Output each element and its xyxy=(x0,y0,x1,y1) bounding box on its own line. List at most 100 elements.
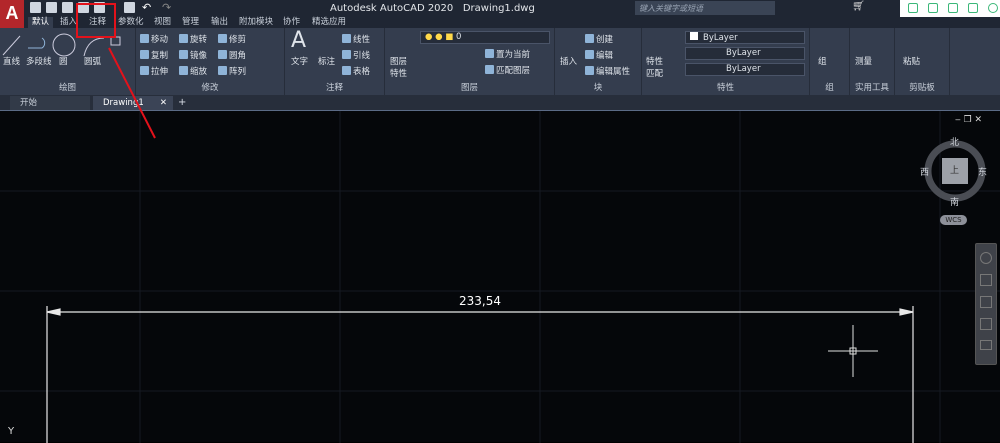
tab-view[interactable]: 视图 xyxy=(154,17,171,28)
set-current-button[interactable]: 置为当前 xyxy=(485,48,530,60)
tab-insert[interactable]: 插入 xyxy=(60,17,77,28)
panel-label[interactable]: 绘图 xyxy=(0,81,135,93)
paste-button[interactable]: 粘贴 xyxy=(903,55,920,67)
tab-manage[interactable]: 管理 xyxy=(182,17,199,28)
match-layer-icon xyxy=(485,65,494,74)
settings-icon[interactable] xyxy=(988,3,998,13)
compass-west[interactable]: 西 xyxy=(920,165,929,178)
save-icon[interactable] xyxy=(948,3,958,13)
panel-draw: 直线 多段线 圆 圆弧 绘图 xyxy=(0,28,136,95)
copy-tool[interactable]: 复制 xyxy=(140,49,168,61)
leader-tool[interactable]: 引线 xyxy=(342,49,370,61)
drawing-canvas[interactable]: 233,54 Y 上 北 南 东 西 ‒ ❐ ✕ xyxy=(0,110,1000,443)
tab-collaborate[interactable]: 协作 xyxy=(283,17,300,28)
tab-output[interactable]: 输出 xyxy=(211,17,228,28)
polyline-tool[interactable]: 多段线 xyxy=(26,55,52,67)
undo-icon[interactable]: ↶ xyxy=(142,1,151,14)
panel-label[interactable]: 特性 xyxy=(642,81,809,93)
trim-tool[interactable]: 修剪 xyxy=(218,33,246,45)
panel-clipboard: 粘贴 剪贴板 xyxy=(895,28,950,95)
match-properties-button[interactable]: 特性匹配 xyxy=(646,55,664,79)
tab-home[interactable]: 默认 xyxy=(28,17,54,28)
tab-featured[interactable]: 精选应用 xyxy=(312,17,346,28)
measure-button[interactable]: 测量 xyxy=(855,55,872,67)
app-menu-button[interactable]: A xyxy=(0,0,24,28)
layer-properties-button[interactable]: 图层特性 xyxy=(390,55,412,79)
panel-label[interactable]: 组 xyxy=(810,81,849,93)
insert-button[interactable]: 插入 xyxy=(560,55,577,67)
pan-icon[interactable] xyxy=(980,274,992,286)
steering-wheel-icon[interactable] xyxy=(980,252,992,264)
panel-groups: 组 组 xyxy=(810,28,850,95)
zoom-icon[interactable] xyxy=(980,296,992,308)
linetype-dropdown[interactable]: ByLayer xyxy=(685,47,805,60)
tab-addins[interactable]: 附加模块 xyxy=(239,17,273,28)
new-icon[interactable] xyxy=(30,2,41,13)
panel-annotation: A 文字 标注 线性 引线 表格 注释 xyxy=(285,28,385,95)
panel-label[interactable]: 实用工具 xyxy=(850,81,894,93)
compass-north[interactable]: 北 xyxy=(950,135,959,148)
trim-icon xyxy=(218,34,227,43)
edit-attributes-button[interactable]: 编辑属性 xyxy=(585,65,630,77)
panel-label[interactable]: 注释 xyxy=(285,81,384,93)
lineweight-dropdown[interactable]: ByLayer xyxy=(685,63,805,76)
panel-label[interactable]: 图层 xyxy=(385,81,554,93)
rotate-tool[interactable]: 旋转 xyxy=(179,33,207,45)
array-tool[interactable]: 阵列 xyxy=(218,65,246,77)
tab-parametric[interactable]: 参数化 xyxy=(118,17,144,28)
search-input[interactable]: 键入关键字或短语 xyxy=(635,1,775,15)
grid xyxy=(0,111,1000,443)
scale-tool[interactable]: 缩放 xyxy=(179,65,207,77)
tab-start[interactable]: 开始 xyxy=(10,96,90,110)
move-tool[interactable]: 移动 xyxy=(140,33,168,45)
wcs-menu[interactable]: WCS xyxy=(940,215,967,225)
cart-icon[interactable]: 🛒︎ xyxy=(852,1,865,12)
layer-dropdown[interactable]: ● ● ■ 0 xyxy=(420,31,550,44)
drawing-geometry xyxy=(0,111,1000,443)
match-layer-button[interactable]: 匹配图层 xyxy=(485,64,530,76)
redo-icon[interactable]: ↷ xyxy=(162,1,171,14)
navigation-bar[interactable] xyxy=(975,243,997,365)
phone-icon[interactable] xyxy=(908,3,918,13)
new-tab-button[interactable]: + xyxy=(178,97,186,108)
panel-label[interactable]: 块 xyxy=(555,81,641,93)
leader-icon xyxy=(342,50,351,59)
compass-east[interactable]: 东 xyxy=(978,165,987,178)
copy-icon xyxy=(140,50,149,59)
create-icon xyxy=(585,34,594,43)
arc-tool[interactable]: 圆弧 xyxy=(84,55,101,67)
group-button[interactable]: 组 xyxy=(818,55,827,67)
close-icon[interactable]: ✕ xyxy=(160,96,167,110)
dimension-text: 233,54 xyxy=(459,294,501,308)
compass-south[interactable]: 南 xyxy=(950,195,959,208)
layer-state-icons: ● ● ■ xyxy=(425,32,456,42)
line-tool[interactable]: 直线 xyxy=(3,55,20,67)
circle-tool[interactable]: 圆 xyxy=(59,55,68,67)
mirror-tool[interactable]: 镜像 xyxy=(179,49,207,61)
orbit-icon[interactable] xyxy=(980,318,992,330)
edit-block-button[interactable]: 编辑 xyxy=(585,49,613,61)
showmotion-icon[interactable] xyxy=(980,340,992,350)
open-icon[interactable] xyxy=(46,2,57,13)
create-block-button[interactable]: 创建 xyxy=(585,33,613,45)
set-current-icon xyxy=(485,49,494,58)
array-icon xyxy=(218,66,227,75)
save-icon[interactable] xyxy=(62,2,73,13)
stretch-tool[interactable]: 拉伸 xyxy=(140,65,168,77)
fillet-tool[interactable]: 圆角 xyxy=(218,49,246,61)
text-tool[interactable]: 文字 xyxy=(291,55,308,67)
linear-icon xyxy=(342,34,351,43)
panel-label[interactable]: 修改 xyxy=(136,81,284,93)
tab-drawing1[interactable]: Drawing1 ✕ xyxy=(93,96,173,110)
color-dropdown[interactable]: ByLayer xyxy=(685,31,805,44)
fullscreen-icon[interactable] xyxy=(928,3,938,13)
table-tool[interactable]: 表格 xyxy=(342,65,370,77)
share-icon[interactable] xyxy=(968,3,978,13)
viewport-controls[interactable]: ‒ ❐ ✕ xyxy=(955,115,982,125)
dimension-tool[interactable]: 标注 xyxy=(318,55,335,67)
mirror-icon xyxy=(179,50,188,59)
dimension-line[interactable] xyxy=(46,306,914,443)
linear-tool[interactable]: 线性 xyxy=(342,33,370,45)
print-icon[interactable] xyxy=(124,2,135,13)
panel-label: 剪贴板 xyxy=(909,83,935,93)
